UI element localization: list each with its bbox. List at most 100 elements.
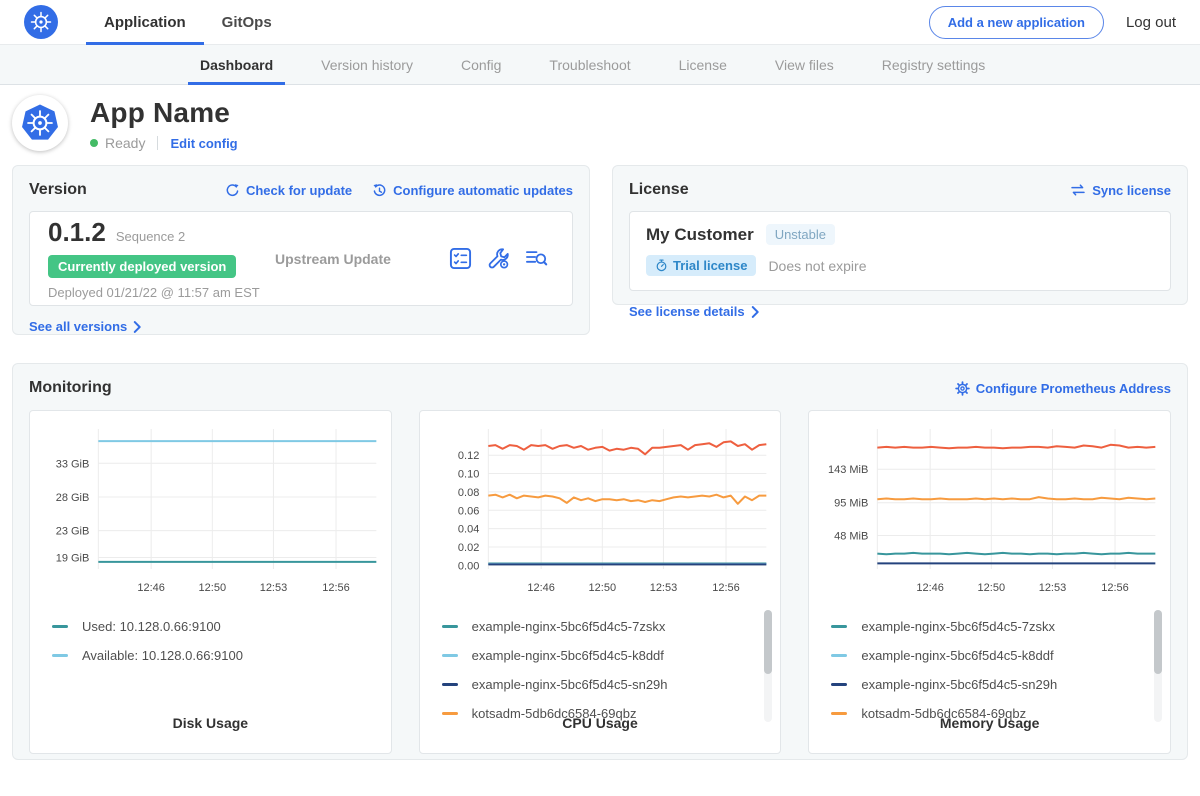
- stopwatch-icon: [655, 259, 668, 272]
- legend-scrollbar[interactable]: [1154, 610, 1162, 722]
- legend-color-dash: [831, 654, 847, 657]
- tab-gitops[interactable]: GitOps: [204, 0, 290, 44]
- add-new-application-button[interactable]: Add a new application: [929, 6, 1104, 39]
- see-all-versions-link[interactable]: See all versions: [29, 319, 142, 334]
- configure-automatic-updates-link[interactable]: Configure automatic updates: [372, 183, 573, 198]
- subnav-tab-view-files[interactable]: View files: [751, 45, 858, 84]
- app-header-text: App Name Ready Edit config: [90, 95, 238, 151]
- version-card-footer: See all versions: [29, 318, 573, 336]
- legend-item: Used: 10.128.0.66:9100: [52, 612, 365, 641]
- kubernetes-logo: [24, 0, 58, 44]
- monitoring-card: Monitoring Configure Prometheus Address: [12, 363, 1188, 760]
- app-subnav: Dashboard Version history Config Trouble…: [0, 45, 1200, 85]
- legend-label: example-nginx-5bc6f5d4c5-sn29h: [861, 677, 1057, 692]
- legend-label: example-nginx-5bc6f5d4c5-7zskx: [861, 619, 1055, 634]
- logout-button[interactable]: Log out: [1126, 14, 1176, 31]
- chart-plot-area: 12:4612:5012:5312:560.000.020.040.060.08…: [420, 421, 781, 606]
- legend-scrollbar-thumb[interactable]: [1154, 610, 1162, 674]
- cards-row: Version Check for update Configure: [12, 165, 1188, 335]
- preflight-checklist-icon[interactable]: [449, 247, 472, 270]
- subnav-tab-troubleshoot-label: Troubleshoot: [549, 57, 630, 73]
- legend-color-dash: [52, 625, 68, 628]
- svg-text:12:46: 12:46: [137, 582, 165, 594]
- legend-label: Available: 10.128.0.66:9100: [82, 648, 243, 663]
- legend-color-dash: [52, 654, 68, 657]
- configure-prometheus-link[interactable]: Configure Prometheus Address: [955, 381, 1171, 396]
- svg-text:12:50: 12:50: [588, 582, 616, 594]
- version-source-label: Upstream Update: [275, 251, 391, 267]
- chart-title: Disk Usage: [30, 715, 391, 731]
- subnav-tab-version-history[interactable]: Version history: [297, 45, 437, 84]
- subnav-tab-view-files-label: View files: [775, 57, 834, 73]
- monitoring-header: Monitoring Configure Prometheus Address: [29, 379, 1171, 397]
- chart-title: CPU Usage: [420, 715, 781, 731]
- version-info: 0.1.2 Sequence 2 Currently deployed vers…: [48, 217, 263, 300]
- kubernetes-logo-icon: [24, 5, 58, 39]
- svg-text:0.06: 0.06: [458, 505, 479, 517]
- svg-text:19 GiB: 19 GiB: [56, 553, 90, 565]
- current-version-panel: 0.1.2 Sequence 2 Currently deployed vers…: [29, 211, 573, 306]
- edit-config-link[interactable]: Edit config: [170, 136, 237, 151]
- legend-item: example-nginx-5bc6f5d4c5-sn29h: [442, 670, 755, 699]
- trial-license-label: Trial license: [673, 258, 747, 273]
- legend-scrollbar-thumb[interactable]: [764, 610, 772, 674]
- subnav-tab-config-label: Config: [461, 57, 501, 73]
- subnav-tab-license[interactable]: License: [655, 45, 751, 84]
- tab-application[interactable]: Application: [86, 0, 204, 44]
- version-sequence: Sequence 2: [116, 229, 185, 244]
- top-navbar: Application GitOps Add a new application…: [0, 0, 1200, 45]
- view-diff-icon[interactable]: [525, 247, 548, 270]
- sync-license-label: Sync license: [1092, 183, 1171, 198]
- subnav-tab-dashboard[interactable]: Dashboard: [176, 45, 297, 84]
- app-status-row: Ready Edit config: [90, 135, 238, 151]
- app-kubernetes-icon: [19, 102, 61, 144]
- svg-text:23 GiB: 23 GiB: [56, 526, 90, 538]
- kots-admin-dashboard: Application GitOps Add a new application…: [0, 0, 1200, 796]
- svg-text:0.10: 0.10: [458, 469, 479, 481]
- legend-item: example-nginx-5bc6f5d4c5-7zskx: [831, 612, 1144, 641]
- check-for-update-label: Check for update: [246, 183, 352, 198]
- subnav-tab-registry-settings[interactable]: Registry settings: [858, 45, 1009, 84]
- refresh-icon: [225, 183, 240, 198]
- chevron-right-icon: [751, 306, 760, 318]
- disk-usage-chart-card: 12:4612:5012:5312:5619 GiB23 GiB28 GiB33…: [29, 410, 392, 754]
- subnav-tab-config[interactable]: Config: [437, 45, 525, 84]
- svg-text:33 GiB: 33 GiB: [56, 458, 90, 470]
- legend-color-dash: [831, 625, 847, 628]
- subnav-tab-license-label: License: [679, 57, 727, 73]
- see-license-details-link[interactable]: See license details: [629, 304, 760, 319]
- tab-application-label: Application: [104, 14, 186, 31]
- sync-icon: [1070, 183, 1086, 197]
- topbar-spacer: [290, 0, 929, 44]
- app-header: App Name Ready Edit config: [0, 85, 1200, 151]
- license-details-panel: My Customer Unstable Trial license Does …: [629, 211, 1171, 291]
- monitoring-title: Monitoring: [29, 379, 112, 397]
- chart-plot-area: 12:4612:5012:5312:5619 GiB23 GiB28 GiB33…: [30, 421, 391, 606]
- svg-text:95 MiB: 95 MiB: [834, 498, 868, 510]
- svg-text:0.02: 0.02: [458, 542, 479, 554]
- trial-license-badge: Trial license: [646, 255, 756, 276]
- svg-text:48 MiB: 48 MiB: [834, 531, 868, 543]
- svg-text:12:53: 12:53: [649, 582, 677, 594]
- legend-label: example-nginx-5bc6f5d4c5-k8ddf: [472, 648, 664, 663]
- channel-badge: Unstable: [766, 224, 835, 245]
- svg-text:28 GiB: 28 GiB: [56, 492, 90, 504]
- sync-license-link[interactable]: Sync license: [1070, 183, 1171, 198]
- legend-item: Available: 10.128.0.66:9100: [52, 641, 365, 670]
- check-for-update-link[interactable]: Check for update: [225, 183, 352, 198]
- license-card: License Sync license My Customer Unstabl…: [612, 165, 1188, 305]
- subnav-tab-troubleshoot[interactable]: Troubleshoot: [525, 45, 654, 84]
- legend-label: Used: 10.128.0.66:9100: [82, 619, 221, 634]
- svg-text:0.08: 0.08: [458, 487, 479, 499]
- legend-scrollbar[interactable]: [764, 610, 772, 722]
- legend-color-dash: [831, 683, 847, 686]
- configure-prometheus-label: Configure Prometheus Address: [976, 381, 1171, 396]
- gear-icon: [955, 381, 970, 396]
- legend-label: example-nginx-5bc6f5d4c5-k8ddf: [861, 648, 1053, 663]
- see-license-details-label: See license details: [629, 304, 745, 319]
- see-all-versions-label: See all versions: [29, 319, 127, 334]
- legend-color-dash: [442, 625, 458, 628]
- charts-row: 12:4612:5012:5312:5619 GiB23 GiB28 GiB33…: [29, 410, 1171, 754]
- chart-title: Memory Usage: [809, 715, 1170, 731]
- config-wrench-icon[interactable]: [487, 247, 510, 270]
